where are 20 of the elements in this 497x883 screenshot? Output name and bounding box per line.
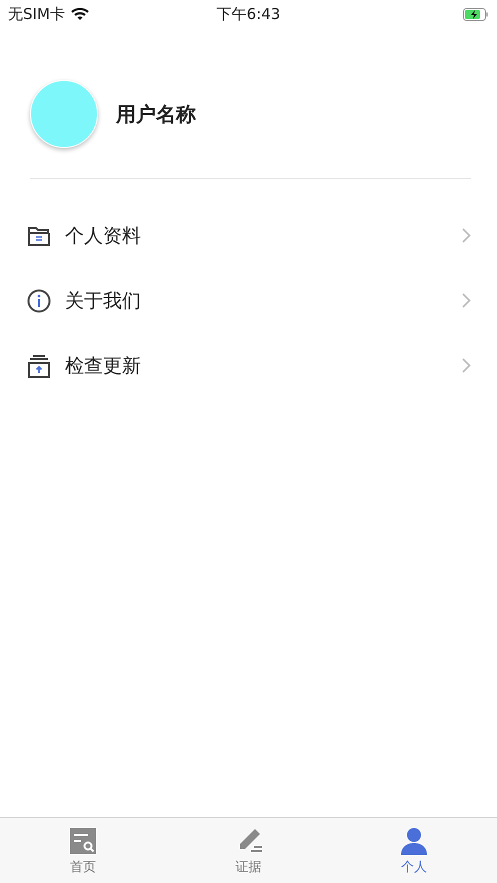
avatar[interactable] <box>30 80 98 148</box>
menu-item[interactable]: 个人资料 <box>0 203 497 268</box>
clock-text: 下午6:43 <box>216 4 280 24</box>
chevron-icon <box>462 228 471 243</box>
wifi-icon <box>70 7 89 21</box>
menu-item[interactable]: 检查更新 <box>0 333 497 398</box>
tab[interactable]: 证据 <box>166 818 332 883</box>
document-search-icon <box>68 827 97 855</box>
battery-icon <box>463 8 489 20</box>
info-icon <box>27 288 51 312</box>
chevron-icon <box>462 293 471 308</box>
menu-item[interactable]: 关于我们 <box>0 268 497 333</box>
tab[interactable]: 个人 <box>331 818 497 883</box>
carrier-text: 无SIM卡 <box>8 4 65 24</box>
person-icon <box>400 827 428 855</box>
upload-icon <box>27 354 51 378</box>
chevron-icon <box>462 358 471 373</box>
folder-icon <box>27 224 51 246</box>
tab[interactable]: 首页 <box>0 818 166 883</box>
user-name: 用户名称 <box>116 100 196 128</box>
